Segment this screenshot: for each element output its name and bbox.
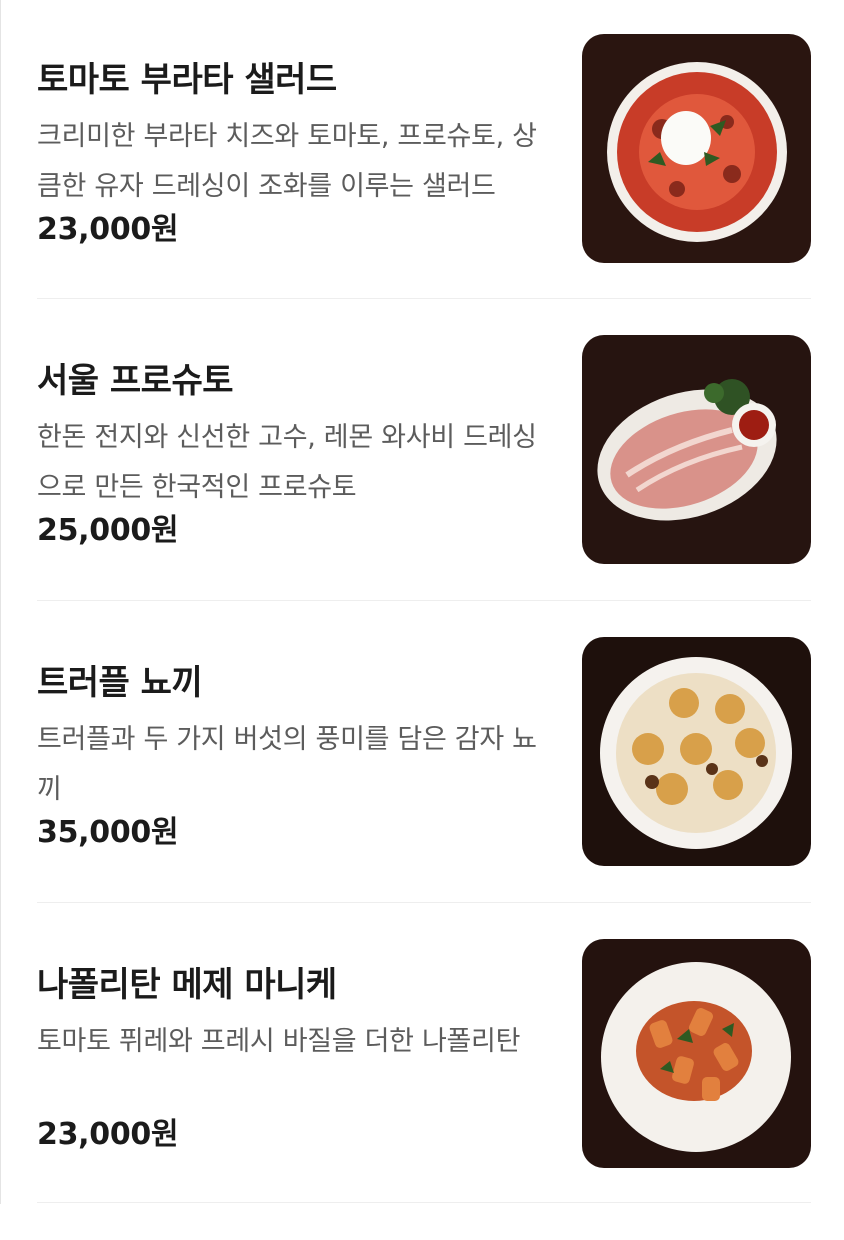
menu-item-name: 서울 프로슈토 bbox=[37, 361, 234, 401]
menu-item-description: 크리미한 부라타 치즈와 토마토, 프로슈토, 상큼한 유자 드레싱이 조화를 … bbox=[37, 121, 537, 202]
menu-item-description: 트러플과 두 가지 버섯의 풍미를 담은 감자 뇨끼 bbox=[37, 724, 537, 805]
menu-item[interactable]: 트러플 뇨끼 트러플과 두 가지 버섯의 풍미를 담은 감자 뇨끼 35,000… bbox=[37, 637, 811, 938]
menu-item-description: 한돈 전지와 신선한 고수, 레몬 와사비 드레싱으로 만든 한국적인 프로슈토 bbox=[37, 422, 537, 503]
menu-item[interactable]: 토마토 부라타 샐러드 크리미한 부라타 치즈와 토마토, 프로슈토, 상큼한 … bbox=[37, 34, 811, 335]
menu-item-photo-truffle-gnocchi[interactable] bbox=[582, 637, 811, 866]
menu-item-photo-napolitan-mezze[interactable] bbox=[582, 939, 811, 1168]
divider bbox=[37, 600, 811, 601]
menu-item-photo-burrata-salad[interactable] bbox=[582, 34, 811, 263]
menu-item-price: 35,000원 bbox=[37, 815, 179, 850]
menu-item-price: 23,000원 bbox=[37, 212, 179, 247]
menu-item-name: 나폴리탄 메제 마니케 bbox=[37, 965, 337, 1005]
menu-item-photo-seoul-prosciutto[interactable] bbox=[582, 335, 811, 564]
menu-item-price: 23,000원 bbox=[37, 1117, 179, 1152]
left-edge-line bbox=[0, 0, 1, 1204]
napolitan-pasta-image bbox=[582, 939, 811, 1168]
burrata-salad-image bbox=[582, 34, 811, 263]
menu-item[interactable]: 서울 프로슈토 한돈 전지와 신선한 고수, 레몬 와사비 드레싱으로 만든 한… bbox=[37, 335, 811, 636]
prosciutto-image bbox=[582, 335, 811, 564]
menu-item-price: 25,000원 bbox=[37, 513, 179, 548]
menu-item-description: 토마토 퓌레와 프레시 바질을 더한 나폴리탄 bbox=[37, 1026, 521, 1057]
menu-item-name: 토마토 부라타 샐러드 bbox=[37, 60, 337, 100]
divider bbox=[37, 298, 811, 299]
divider bbox=[37, 902, 811, 903]
menu-item[interactable]: 나폴리탄 메제 마니케 토마토 퓌레와 프레시 바질을 더한 나폴리탄 23,0… bbox=[37, 939, 811, 1240]
menu-item-name: 트러플 뇨끼 bbox=[37, 663, 203, 703]
divider bbox=[37, 1202, 811, 1203]
truffle-gnocchi-image bbox=[582, 637, 811, 866]
